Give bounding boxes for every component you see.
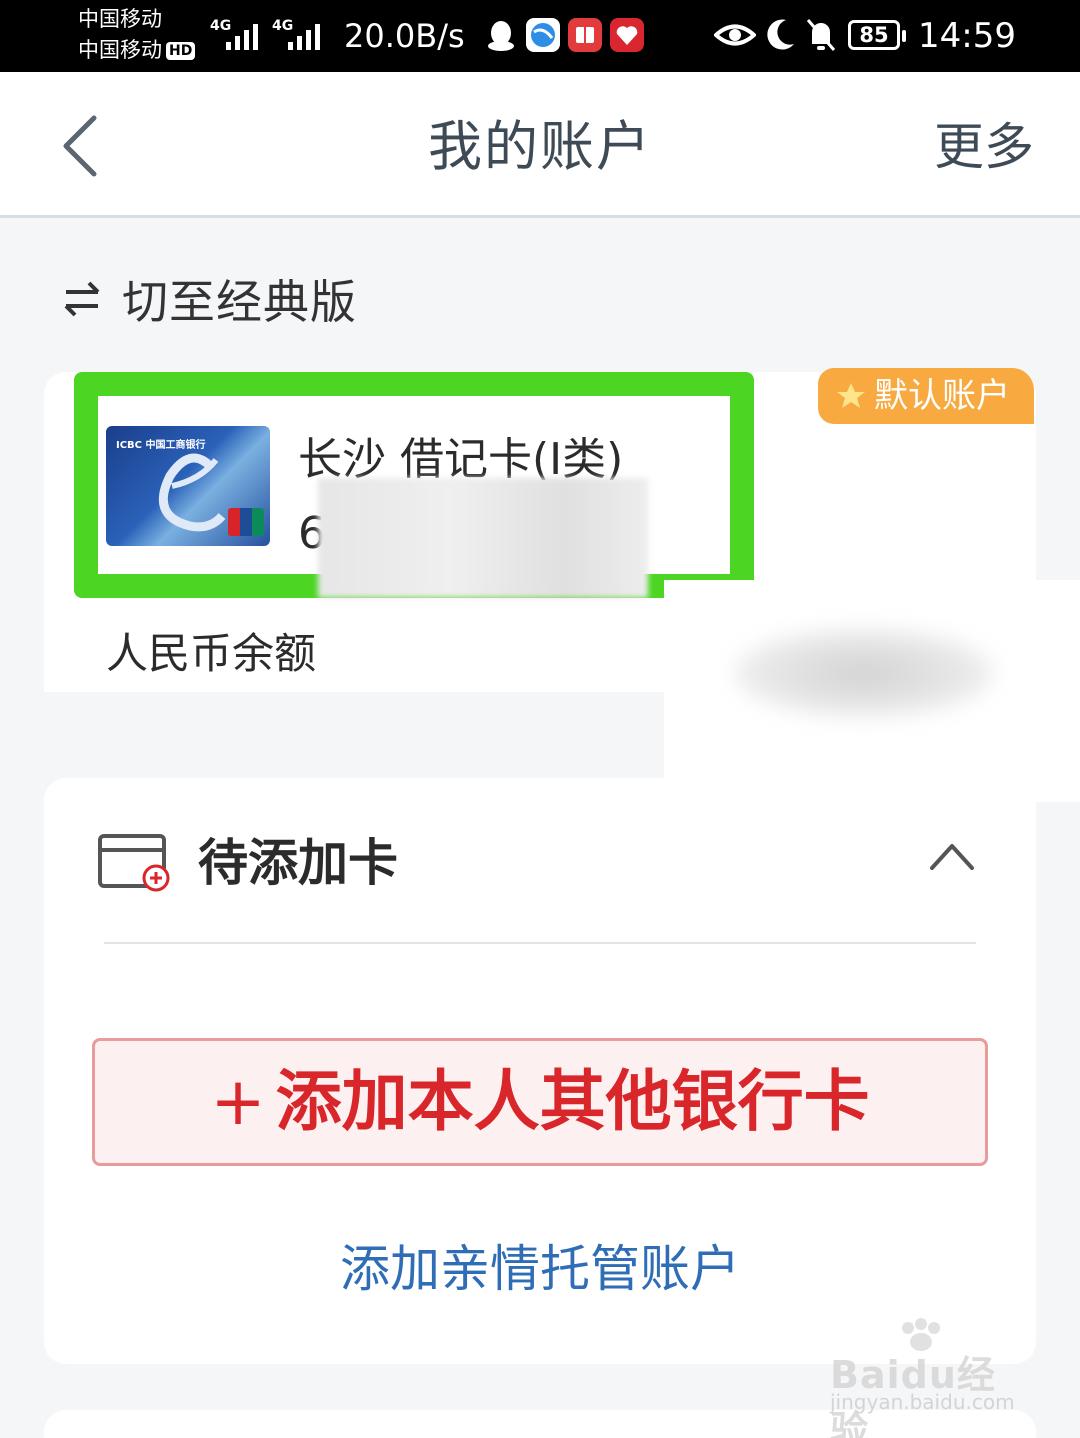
book-app-icon — [568, 18, 602, 52]
qq-icon — [488, 21, 514, 51]
unionpay-logo-icon — [228, 508, 264, 536]
baidu-watermark: Baidu经验 jingyan.baidu.com — [826, 1318, 1026, 1438]
card-e-logo-icon — [158, 453, 226, 532]
section-divider — [104, 942, 976, 944]
net-speed: 20.0B/s — [344, 17, 465, 55]
watermark-url: jingyan.baidu.com — [830, 1390, 1015, 1414]
carrier-label-2: 中国移动 HD — [78, 38, 196, 62]
carrier-label-1: 中国移动 — [78, 7, 162, 31]
signal-2-icon: 4G — [272, 18, 328, 52]
add-family-account-link[interactable]: 添加亲情托管账户 — [0, 1236, 1080, 1302]
more-button[interactable]: 更多 — [934, 114, 1034, 180]
chevron-up-icon[interactable] — [928, 836, 976, 876]
bank-card-image: ICBC 中国工商银行 — [106, 426, 270, 546]
browser-icon — [526, 18, 560, 52]
star-icon — [837, 383, 865, 408]
status-bar: 中国移动 中国移动 HD 4G 4G 20.0B/s 85 14:59 — [0, 0, 1080, 72]
add-own-card-button[interactable]: + 添加本人其他银行卡 — [92, 1038, 988, 1166]
swap-arrows-icon — [64, 281, 100, 317]
balance-label: 人民币余额 — [106, 629, 317, 678]
signal-1-icon: 4G — [210, 18, 266, 52]
plus-icon: + — [210, 1063, 266, 1140]
eye-icon — [714, 24, 756, 46]
carrier-2-text: 中国移动 — [78, 38, 162, 62]
switch-classic-button[interactable]: 切至经典版 — [62, 266, 357, 332]
moon-icon — [767, 19, 794, 50]
nav-bar: 我的账户 更多 — [0, 72, 1080, 218]
bell-muted-icon — [806, 19, 836, 51]
add-own-card-label: 添加本人其他银行卡 — [275, 1063, 870, 1140]
switch-classic-label: 切至经典版 — [122, 275, 357, 329]
add-card-icon — [98, 834, 170, 892]
pending-section-title: 待添加卡 — [198, 834, 398, 892]
shop-app-icon — [610, 18, 644, 52]
default-account-badge: 默认账户 — [818, 368, 1034, 424]
balance-mask — [664, 580, 1080, 802]
default-account-label: 默认账户 — [874, 376, 1010, 416]
page-title: 我的账户 — [428, 115, 652, 178]
hd-badge: HD — [166, 42, 196, 60]
battery-indicator: 85 — [848, 20, 906, 50]
card-number-mask — [318, 478, 648, 598]
clock: 14:59 — [918, 16, 1016, 56]
